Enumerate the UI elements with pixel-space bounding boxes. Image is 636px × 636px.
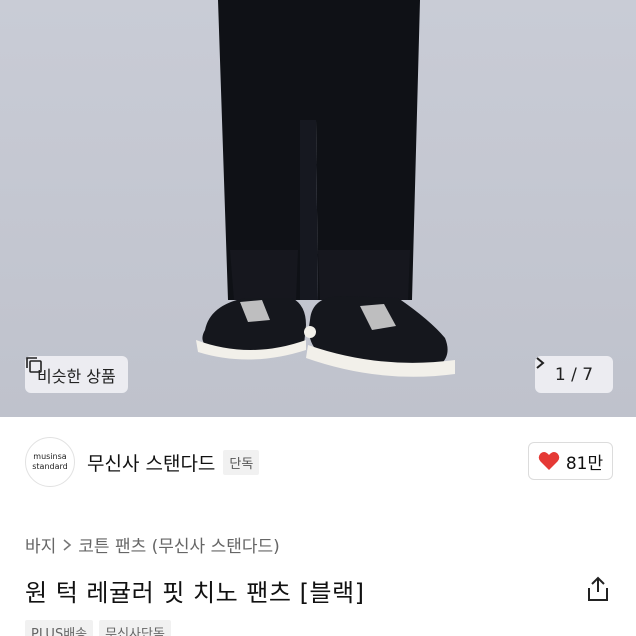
tag-exclusive: 무신사단독 (99, 620, 171, 636)
product-title: 원 턱 레귤러 핏 치노 팬츠 [블랙] (25, 579, 365, 607)
tag-list: PLUS배송 무신사단독 (25, 620, 171, 636)
counter-separator: / (571, 364, 577, 385)
exclusive-badge: 단독 (223, 449, 260, 475)
similar-products-label: 비슷한 상품 (37, 366, 116, 386)
similar-products-button[interactable]: 비슷한 상품 (25, 356, 128, 393)
image-counter-text: 1 / 7 (555, 365, 593, 385)
breadcrumb-category[interactable]: 바지 (25, 532, 56, 557)
product-image[interactable]: 비슷한 상품 1 / 7 (0, 0, 636, 417)
like-button[interactable]: 81만 (528, 442, 613, 480)
chevron-right-icon (536, 357, 545, 369)
tag-plus-delivery: PLUS배송 (25, 620, 94, 636)
breadcrumb: 바지 코튼 팬츠 (무신사 스탠다드) (25, 532, 280, 557)
counter-current: 1 (554, 364, 566, 385)
like-count: 81만 (565, 453, 604, 474)
copy-icon (26, 357, 42, 373)
brand-row: musinsa standard 무신사 스탠다드 단독 81만 (25, 437, 613, 487)
chevron-right-icon (63, 538, 72, 551)
share-icon[interactable] (586, 576, 610, 602)
product-photo (196, 0, 455, 377)
brand-logo-line1: musinsa (33, 452, 67, 461)
brand-logo[interactable]: musinsa standard (25, 437, 75, 487)
brand-name[interactable]: 무신사 스탠다드 (87, 449, 215, 476)
brand-logo-line2: standard (32, 462, 68, 471)
heart-icon (538, 452, 560, 470)
counter-total: 7 (582, 364, 594, 385)
breadcrumb-subcategory[interactable]: 코튼 팬츠 (무신사 스탠다드) (78, 532, 280, 557)
image-counter-button[interactable]: 1 / 7 (535, 356, 613, 393)
